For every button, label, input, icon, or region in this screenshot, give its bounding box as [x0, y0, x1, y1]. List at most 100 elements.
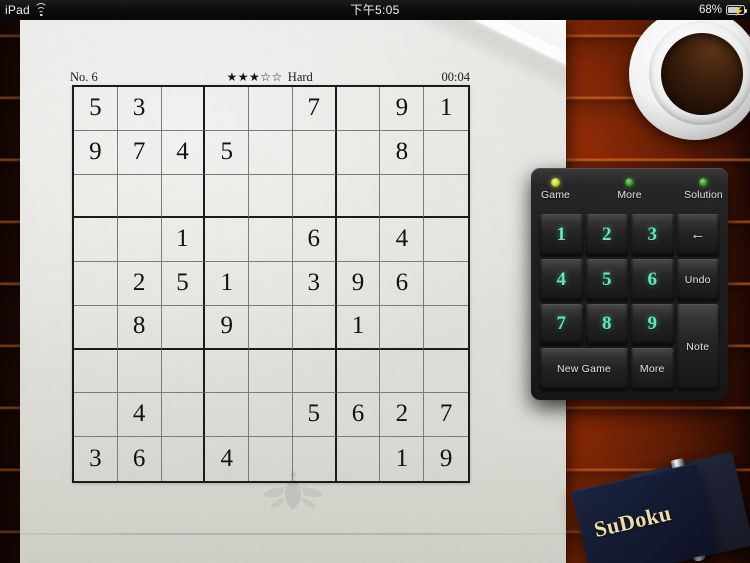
- led-indicator-row: Game More Solution: [531, 178, 728, 201]
- sudoku-cell-r1c7[interactable]: [336, 87, 381, 131]
- key-8[interactable]: 8: [585, 303, 628, 346]
- key-5[interactable]: 5: [585, 258, 628, 301]
- sudoku-cell-r4c4[interactable]: [205, 218, 250, 263]
- sudoku-cell-r6c9[interactable]: [424, 306, 468, 350]
- led-label-game: Game: [541, 189, 570, 201]
- sudoku-cell-r3c4[interactable]: [205, 174, 250, 219]
- sudoku-cell-r6c3[interactable]: [161, 305, 206, 350]
- sudoku-cell-r4c8[interactable]: 4: [380, 218, 425, 263]
- sudoku-cell-r2c2[interactable]: 7: [117, 130, 162, 175]
- sudoku-cell-r5c7[interactable]: 9: [336, 262, 381, 306]
- sudoku-cell-r3c3[interactable]: [161, 174, 206, 219]
- sudoku-cell-r8c1[interactable]: [74, 393, 118, 438]
- key-7[interactable]: 7: [540, 303, 583, 346]
- sudoku-cell-r4c3[interactable]: 1: [161, 218, 206, 263]
- sudoku-grid[interactable]: 53791974581642513968914562736419: [72, 85, 470, 483]
- sudoku-cell-r1c9[interactable]: 1: [424, 87, 468, 131]
- sudoku-cell-r1c2[interactable]: 3: [117, 87, 162, 131]
- key-1[interactable]: 1: [540, 214, 583, 256]
- sudoku-cell-r8c8[interactable]: 2: [380, 393, 425, 438]
- sudoku-cell-r8c4[interactable]: [205, 393, 250, 438]
- sudoku-cell-r8c3[interactable]: [161, 393, 206, 438]
- key-3[interactable]: 3: [631, 214, 674, 256]
- key-2[interactable]: 2: [585, 214, 628, 256]
- sudoku-cell-r9c6[interactable]: [293, 437, 337, 481]
- sudoku-cell-r1c1[interactable]: 5: [74, 87, 118, 131]
- backspace-icon[interactable]: ←: [676, 214, 719, 256]
- sudoku-cell-r5c4[interactable]: 1: [205, 262, 250, 306]
- sudoku-cell-r3c9[interactable]: [424, 175, 468, 219]
- sudoku-cell-r2c7[interactable]: [336, 130, 381, 175]
- sudoku-cell-r1c8[interactable]: 9: [380, 87, 425, 131]
- sudoku-cell-r7c8[interactable]: [380, 349, 425, 394]
- sudoku-cell-r9c8[interactable]: 1: [380, 437, 425, 481]
- sudoku-cell-r3c5[interactable]: [249, 174, 293, 219]
- sudoku-cell-r7c4[interactable]: [205, 349, 250, 394]
- sudoku-cell-r7c9[interactable]: [424, 350, 468, 394]
- sudoku-cell-r8c7[interactable]: 6: [336, 393, 381, 438]
- sudoku-cell-r5c3[interactable]: 5: [161, 262, 206, 306]
- sudoku-cell-r3c1[interactable]: [74, 174, 118, 219]
- sudoku-cell-r9c7[interactable]: [337, 437, 381, 481]
- sudoku-book-and-pen: SuDoku: [571, 451, 750, 563]
- sudoku-cell-r6c5[interactable]: [249, 305, 293, 350]
- sudoku-cell-r7c7[interactable]: [336, 349, 381, 394]
- sudoku-cell-r7c2[interactable]: [117, 349, 162, 394]
- sudoku-cell-r6c8[interactable]: [380, 305, 425, 350]
- sudoku-cell-r8c2[interactable]: 4: [117, 393, 162, 438]
- sudoku-cell-r1c3[interactable]: [161, 87, 206, 131]
- sudoku-cell-r6c7[interactable]: 1: [336, 305, 381, 350]
- sudoku-cell-r4c7[interactable]: [336, 218, 381, 263]
- sudoku-cell-r6c4[interactable]: 9: [205, 305, 250, 350]
- key-4[interactable]: 4: [540, 258, 583, 301]
- sudoku-cell-r1c4[interactable]: [205, 87, 250, 131]
- sudoku-cell-r9c3[interactable]: [162, 437, 206, 481]
- undo-button[interactable]: Undo: [676, 258, 719, 301]
- key-6[interactable]: 6: [631, 258, 674, 301]
- sudoku-cell-r2c1[interactable]: 9: [74, 130, 118, 175]
- sudoku-cell-r5c9[interactable]: [424, 262, 468, 306]
- sudoku-cell-r9c9[interactable]: 9: [424, 437, 468, 481]
- sudoku-cell-r5c1[interactable]: [74, 262, 118, 306]
- key-9[interactable]: 9: [631, 303, 674, 346]
- sudoku-cell-r8c6[interactable]: 5: [292, 393, 337, 438]
- sudoku-cell-r5c5[interactable]: [249, 262, 293, 306]
- sudoku-cell-r5c8[interactable]: 6: [380, 262, 425, 306]
- sudoku-cell-r4c5[interactable]: [249, 218, 293, 263]
- sudoku-cell-r6c6[interactable]: [292, 305, 337, 350]
- sudoku-cell-r2c3[interactable]: 4: [161, 130, 206, 175]
- sudoku-cell-r2c9[interactable]: [424, 131, 468, 175]
- sudoku-cell-r3c7[interactable]: [336, 174, 381, 219]
- sudoku-cell-r7c1[interactable]: [74, 349, 118, 394]
- note-button[interactable]: Note: [676, 303, 719, 390]
- sudoku-cell-r7c3[interactable]: [161, 349, 206, 394]
- sudoku-cell-r4c6[interactable]: 6: [292, 218, 337, 263]
- more-button[interactable]: More: [631, 348, 674, 390]
- sudoku-cell-r5c2[interactable]: 2: [117, 262, 162, 306]
- sudoku-cell-r9c1[interactable]: 3: [74, 437, 118, 481]
- sudoku-cell-r5c6[interactable]: 3: [292, 262, 337, 306]
- sudoku-cell-r9c4[interactable]: 4: [205, 437, 250, 481]
- sudoku-cell-r8c9[interactable]: 7: [424, 393, 468, 438]
- sudoku-cell-r3c6[interactable]: [292, 174, 337, 219]
- sudoku-cell-r2c6[interactable]: [292, 130, 337, 175]
- sudoku-cell-r4c9[interactable]: [424, 218, 468, 263]
- new-game-button[interactable]: New Game: [540, 348, 628, 390]
- keypad-key-grid[interactable]: 1 2 3 ← 4 5 6 Undo 7 8 9 Note New Game More: [540, 214, 719, 390]
- sudoku-cell-r7c6[interactable]: [292, 349, 337, 394]
- sudoku-cell-r3c2[interactable]: [117, 174, 162, 219]
- sudoku-cell-r4c2[interactable]: [117, 218, 162, 263]
- sudoku-cell-r9c2[interactable]: 6: [118, 437, 162, 481]
- sudoku-cell-r2c8[interactable]: 8: [380, 130, 425, 175]
- sudoku-cell-r3c8[interactable]: [380, 174, 425, 219]
- sudoku-cell-r7c5[interactable]: [249, 349, 293, 394]
- sudoku-cell-r1c5[interactable]: [249, 87, 293, 131]
- sudoku-cell-r6c2[interactable]: 8: [117, 305, 162, 350]
- sudoku-cell-r2c5[interactable]: [249, 130, 293, 175]
- sudoku-cell-r6c1[interactable]: [74, 305, 118, 350]
- sudoku-cell-r1c6[interactable]: 7: [292, 87, 337, 131]
- sudoku-cell-r8c5[interactable]: [249, 393, 293, 438]
- sudoku-cell-r9c5[interactable]: [249, 437, 293, 481]
- sudoku-cell-r4c1[interactable]: [74, 218, 118, 263]
- sudoku-cell-r2c4[interactable]: 5: [205, 130, 250, 175]
